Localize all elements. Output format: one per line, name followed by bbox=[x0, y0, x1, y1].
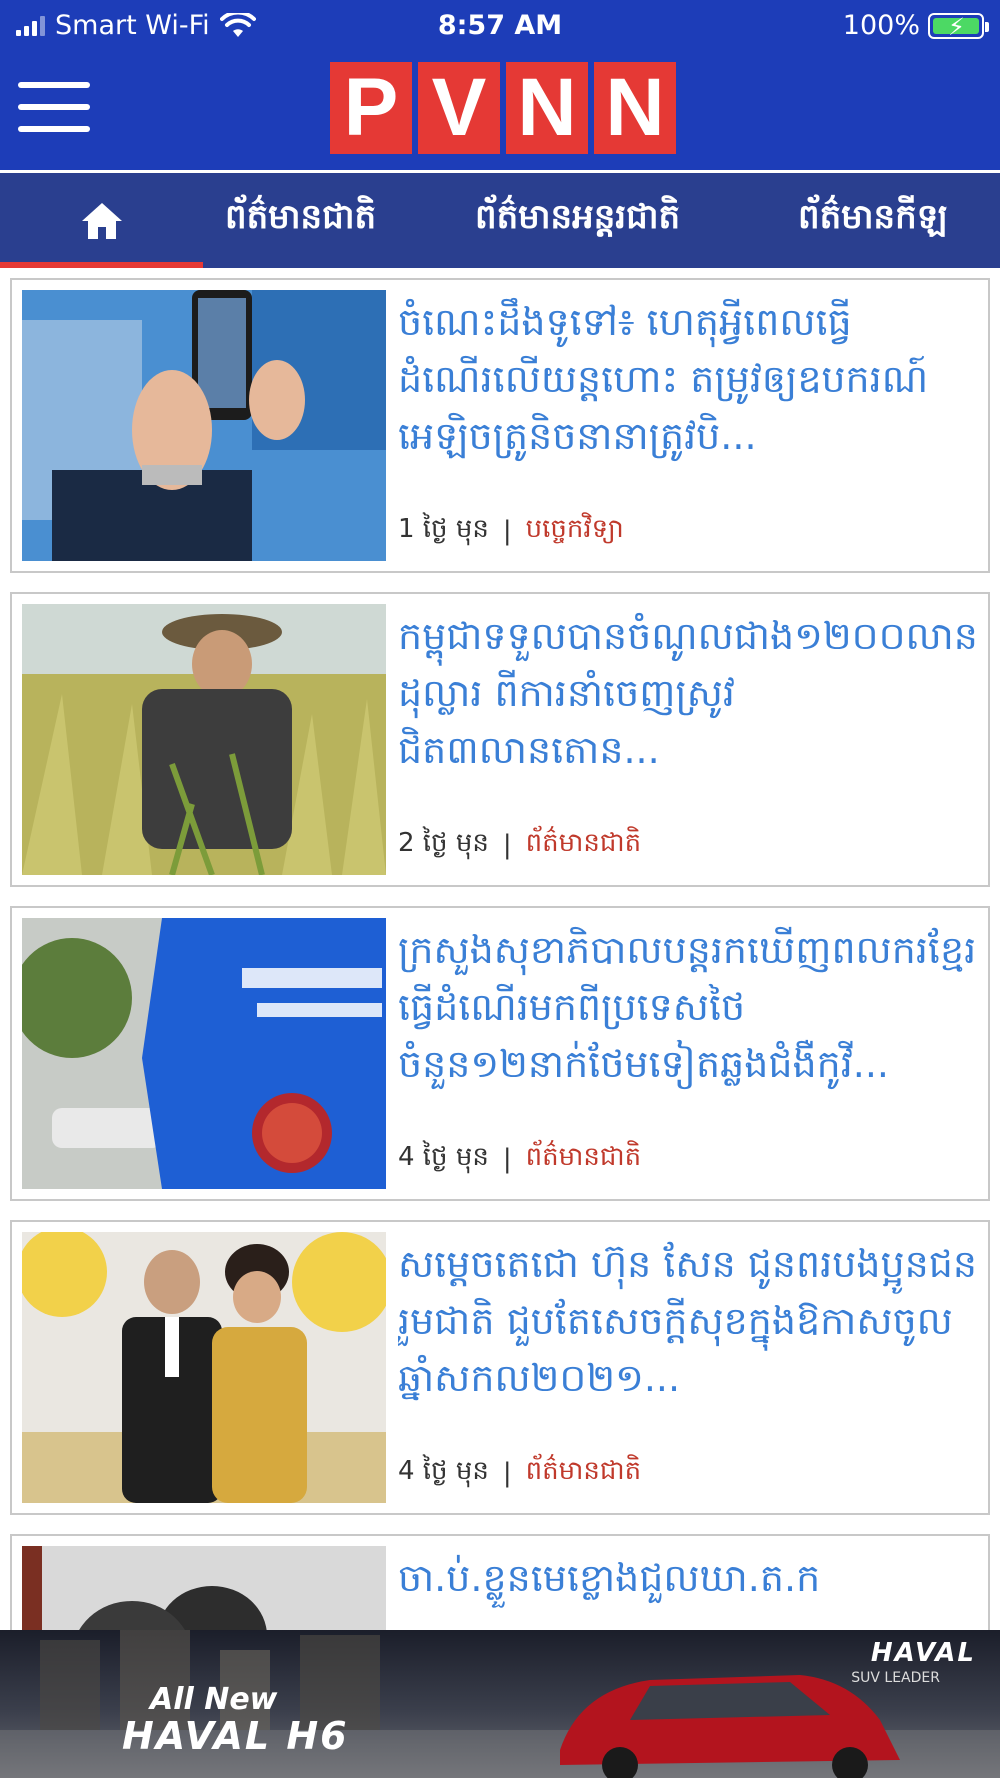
logo-letter: N bbox=[594, 62, 676, 154]
ad-banner[interactable]: HAVAL SUV LEADER All New HAVAL H6 bbox=[0, 1630, 1000, 1778]
article-title[interactable]: ចំណេះដឹងទូទៅ៖ ហេតុអ្វីពេលធ្វើដំណើរលើយន្ត… bbox=[398, 294, 978, 474]
article-title[interactable]: សម្តេចតេជោ ហ៊ុន សែន ជូនពរបងប្អូនជនរួមជាត… bbox=[398, 1236, 978, 1416]
menu-line bbox=[18, 104, 90, 110]
logo-letter: P bbox=[330, 62, 412, 154]
article-time: 4 ថ្ងៃ មុន bbox=[398, 1456, 489, 1486]
home-icon bbox=[81, 202, 122, 239]
menu-button[interactable] bbox=[18, 82, 90, 132]
tab-national-news[interactable]: ព័ត៌មានជាតិ bbox=[225, 195, 376, 245]
charging-bolt-icon: ⚡ bbox=[948, 12, 965, 41]
article-time: 4 ថ្ងៃ មុន bbox=[398, 1142, 489, 1172]
tab-international-news[interactable]: ព័ត៌មានអន្តរជាតិ bbox=[475, 195, 680, 245]
news-feed: ចំណេះដឹងទូទៅ៖ ហេតុអ្វីពេលធ្វើដំណើរលើយន្ត… bbox=[0, 268, 1000, 1630]
article-card[interactable]: ចំណេះដឹងទូទៅ៖ ហេតុអ្វីពេលធ្វើដំណើរលើយន្ត… bbox=[10, 278, 990, 573]
article-thumbnail bbox=[22, 290, 386, 561]
article-card[interactable]: ចា.ប់.ខ្លួនមេខ្លោងជួលឃា.ត.ក bbox=[10, 1534, 990, 1630]
article-title[interactable]: កម្ពុជាទទួលបានចំណូលជាង១២០០លានដុល្លារ ពីក… bbox=[398, 608, 978, 788]
status-right: 100% ⚡ bbox=[842, 10, 989, 41]
article-thumbnail bbox=[22, 918, 386, 1189]
article-meta: 1 ថ្ងៃ មុន | បច្ចេកវិទ្យា bbox=[398, 512, 624, 550]
pvnn-logo[interactable]: P V N N bbox=[330, 62, 676, 154]
meta-separator: | bbox=[502, 1144, 512, 1174]
article-thumbnail bbox=[22, 1546, 386, 1630]
category-tabs: ព័ត៌មានជាតិ ព័ត៌មានអន្តរជាតិ ព័ត៌មានកីឡ bbox=[0, 170, 1000, 268]
meta-separator: | bbox=[502, 830, 512, 860]
article-meta: 2 ថ្ងៃ មុន | ព័ត៌មានជាតិ bbox=[398, 826, 641, 864]
article-category[interactable]: ព័ត៌មានជាតិ bbox=[526, 1140, 642, 1178]
status-bar: Smart Wi-Fi 8:57 AM 100% ⚡ bbox=[0, 0, 1000, 52]
ad-brand: HAVAL bbox=[870, 1638, 976, 1668]
article-meta: 4 ថ្ងៃ មុន | ព័ត៌មានជាតិ bbox=[398, 1454, 641, 1492]
article-title[interactable]: ក្រសួងសុខាភិបាលបន្តរកឃើញពលករខ្មែរ ធ្វើដំ… bbox=[398, 922, 978, 1102]
article-meta: 4 ថ្ងៃ មុន | ព័ត៌មានជាតិ bbox=[398, 1140, 641, 1178]
meta-separator: | bbox=[502, 516, 512, 546]
menu-line bbox=[18, 126, 90, 132]
app-header: Smart Wi-Fi 8:57 AM 100% ⚡ P V N N bbox=[0, 0, 1000, 170]
article-category[interactable]: បច្ចេកវិទ្យា bbox=[526, 512, 624, 550]
logo-letter: V bbox=[418, 62, 500, 154]
article-thumbnail bbox=[22, 1232, 386, 1503]
meta-separator: | bbox=[502, 1458, 512, 1488]
article-card[interactable]: សម្តេចតេជោ ហ៊ុន សែន ជូនពរបងប្អូនជនរួមជាត… bbox=[10, 1220, 990, 1515]
menu-line bbox=[18, 82, 90, 88]
ad-headline-2: HAVAL H6 bbox=[122, 1714, 349, 1758]
article-title[interactable]: ចា.ប់.ខ្លួនមេខ្លោងជួលឃា.ត.ក bbox=[398, 1550, 978, 1630]
article-time: 2 ថ្ងៃ មុន bbox=[398, 828, 489, 858]
article-category[interactable]: ព័ត៌មានជាតិ bbox=[526, 826, 642, 864]
article-card[interactable]: ក្រសួងសុខាភិបាលបន្តរកឃើញពលករខ្មែរ ធ្វើដំ… bbox=[10, 906, 990, 1201]
battery-percent: 100% bbox=[842, 10, 920, 41]
article-time: 1 ថ្ងៃ មុន bbox=[398, 514, 489, 544]
ad-headline-1: All New bbox=[150, 1682, 278, 1717]
tab-sports-news[interactable]: ព័ត៌មានកីឡ bbox=[798, 195, 947, 245]
ad-brand-tagline: SUV LEADER bbox=[851, 1670, 940, 1686]
battery-icon: ⚡ bbox=[928, 12, 989, 41]
tab-home[interactable] bbox=[0, 173, 203, 268]
logo-letter: N bbox=[506, 62, 588, 154]
article-card[interactable]: កម្ពុជាទទួលបានចំណូលជាង១២០០លានដុល្លារ ពីក… bbox=[10, 592, 990, 887]
article-thumbnail bbox=[22, 604, 386, 875]
article-category[interactable]: ព័ត៌មានជាតិ bbox=[526, 1454, 642, 1492]
